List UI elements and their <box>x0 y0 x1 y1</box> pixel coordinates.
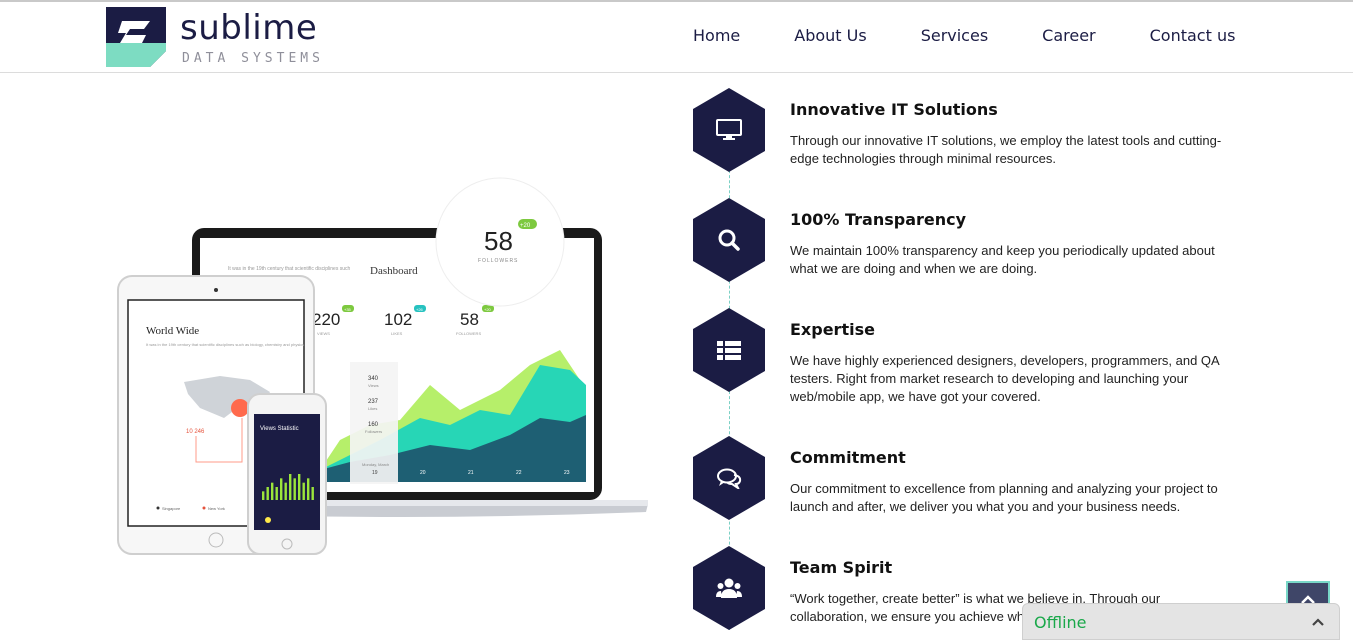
phone-bar <box>302 482 305 500</box>
tooltip-footer: Monday, March <box>362 462 389 467</box>
stat-followers-label: FOLLOWERS <box>456 331 481 336</box>
stat-followers-badge: +20 <box>484 307 492 312</box>
search-icon <box>715 226 743 254</box>
feature-text: Through our innovative IT solutions, we … <box>790 133 1222 166</box>
laptop-intro-text: It was in the 19th century that scientif… <box>228 266 351 272</box>
devices-illustration: It was in the 19th century that scientif… <box>117 177 648 555</box>
feature-text: Our commitment to excellence from planni… <box>790 481 1218 514</box>
stat-views-label: VIEWS <box>317 331 330 336</box>
users-icon <box>715 574 743 602</box>
x-label-19: 19 <box>372 470 378 476</box>
phone-bar <box>289 474 292 500</box>
nav-about-us[interactable]: About Us <box>794 26 866 46</box>
feature-title: Innovative IT Solutions <box>790 100 998 119</box>
dashboard-title: Dashboard <box>370 265 418 277</box>
nav-contact-us[interactable]: Contact us <box>1150 26 1236 46</box>
chat-icon <box>715 464 743 492</box>
phone-bar <box>262 491 265 500</box>
tooltip-followers-value: 160 <box>368 422 379 428</box>
phone-title: Views Statistic <box>260 426 299 432</box>
x-label-21: 21 <box>468 470 474 476</box>
phone-bar <box>284 482 287 500</box>
bubble-value: 58 <box>484 226 513 256</box>
tablet-legend-singapore: Singapore <box>162 506 181 511</box>
tablet-legend-newyork: New York <box>208 506 225 511</box>
tooltip-views-value: 340 <box>368 376 379 382</box>
nav-home[interactable]: Home <box>693 26 740 46</box>
tooltip-followers-label: Followers <box>365 429 382 434</box>
monitor-icon <box>715 116 743 144</box>
tooltip-likes-label: Likes <box>368 406 377 411</box>
stat-likes-label: LIKES <box>391 331 403 336</box>
phone-bar <box>266 487 269 500</box>
phone-bar <box>307 478 310 500</box>
logo-mark-icon <box>106 7 166 67</box>
main-nav: Home About Us Services Career Contact us <box>693 26 1235 46</box>
feature-title: Commitment <box>790 448 906 467</box>
brand-logo[interactable]: sublime DATA SYSTEMS <box>106 7 336 69</box>
phone-mockup: Views Statistic <box>247 393 327 555</box>
brand-name: sublime <box>180 8 318 48</box>
phone-bar <box>311 487 314 500</box>
feature-title: Expertise <box>790 320 875 339</box>
bubble-badge: +20 <box>520 223 531 229</box>
stat-likes-badge: +26 <box>416 307 424 312</box>
nav-services[interactable]: Services <box>921 26 988 46</box>
followers-bubble: 58 +20 FOLLOWERS <box>435 177 565 307</box>
tablet-callout: 10 246 <box>186 429 205 435</box>
nav-career[interactable]: Career <box>1042 26 1095 46</box>
x-label-20: 20 <box>420 470 426 476</box>
x-label-22: 22 <box>516 470 522 476</box>
chevron-up-icon[interactable] <box>1311 617 1325 627</box>
x-label-23: 23 <box>564 470 570 476</box>
tablet-title: World Wide <box>146 325 199 337</box>
stat-views-badge: +35 <box>344 307 352 312</box>
chat-status: Offline <box>1034 613 1087 632</box>
phone-bar <box>280 478 283 500</box>
phone-bar <box>275 487 278 500</box>
tooltip-likes-value: 237 <box>368 399 379 405</box>
phone-bar <box>271 482 274 500</box>
feature-text: We have highly experienced designers, de… <box>790 353 1219 404</box>
feature-title: 100% Transparency <box>790 210 967 229</box>
brand-tagline: DATA SYSTEMS <box>182 51 324 66</box>
stat-likes-value: 102 <box>384 310 412 329</box>
chat-widget-bar[interactable]: Offline <box>1022 603 1340 640</box>
phone-bar <box>293 478 296 500</box>
phone-bar <box>298 474 301 500</box>
bubble-label: FOLLOWERS <box>478 258 518 264</box>
feature-text: We maintain 100% transparency and keep y… <box>790 243 1215 276</box>
stat-followers-value: 58 <box>460 310 479 329</box>
stat-views-value: 220 <box>312 310 340 329</box>
site-header: sublime DATA SYSTEMS Home About Us Servi… <box>0 2 1353 73</box>
tooltip-views-label: Views <box>368 383 379 388</box>
feature-title: Team Spirit <box>790 558 893 577</box>
tablet-text: It was in the 19th century that scientif… <box>146 342 304 347</box>
list-icon <box>715 336 743 364</box>
